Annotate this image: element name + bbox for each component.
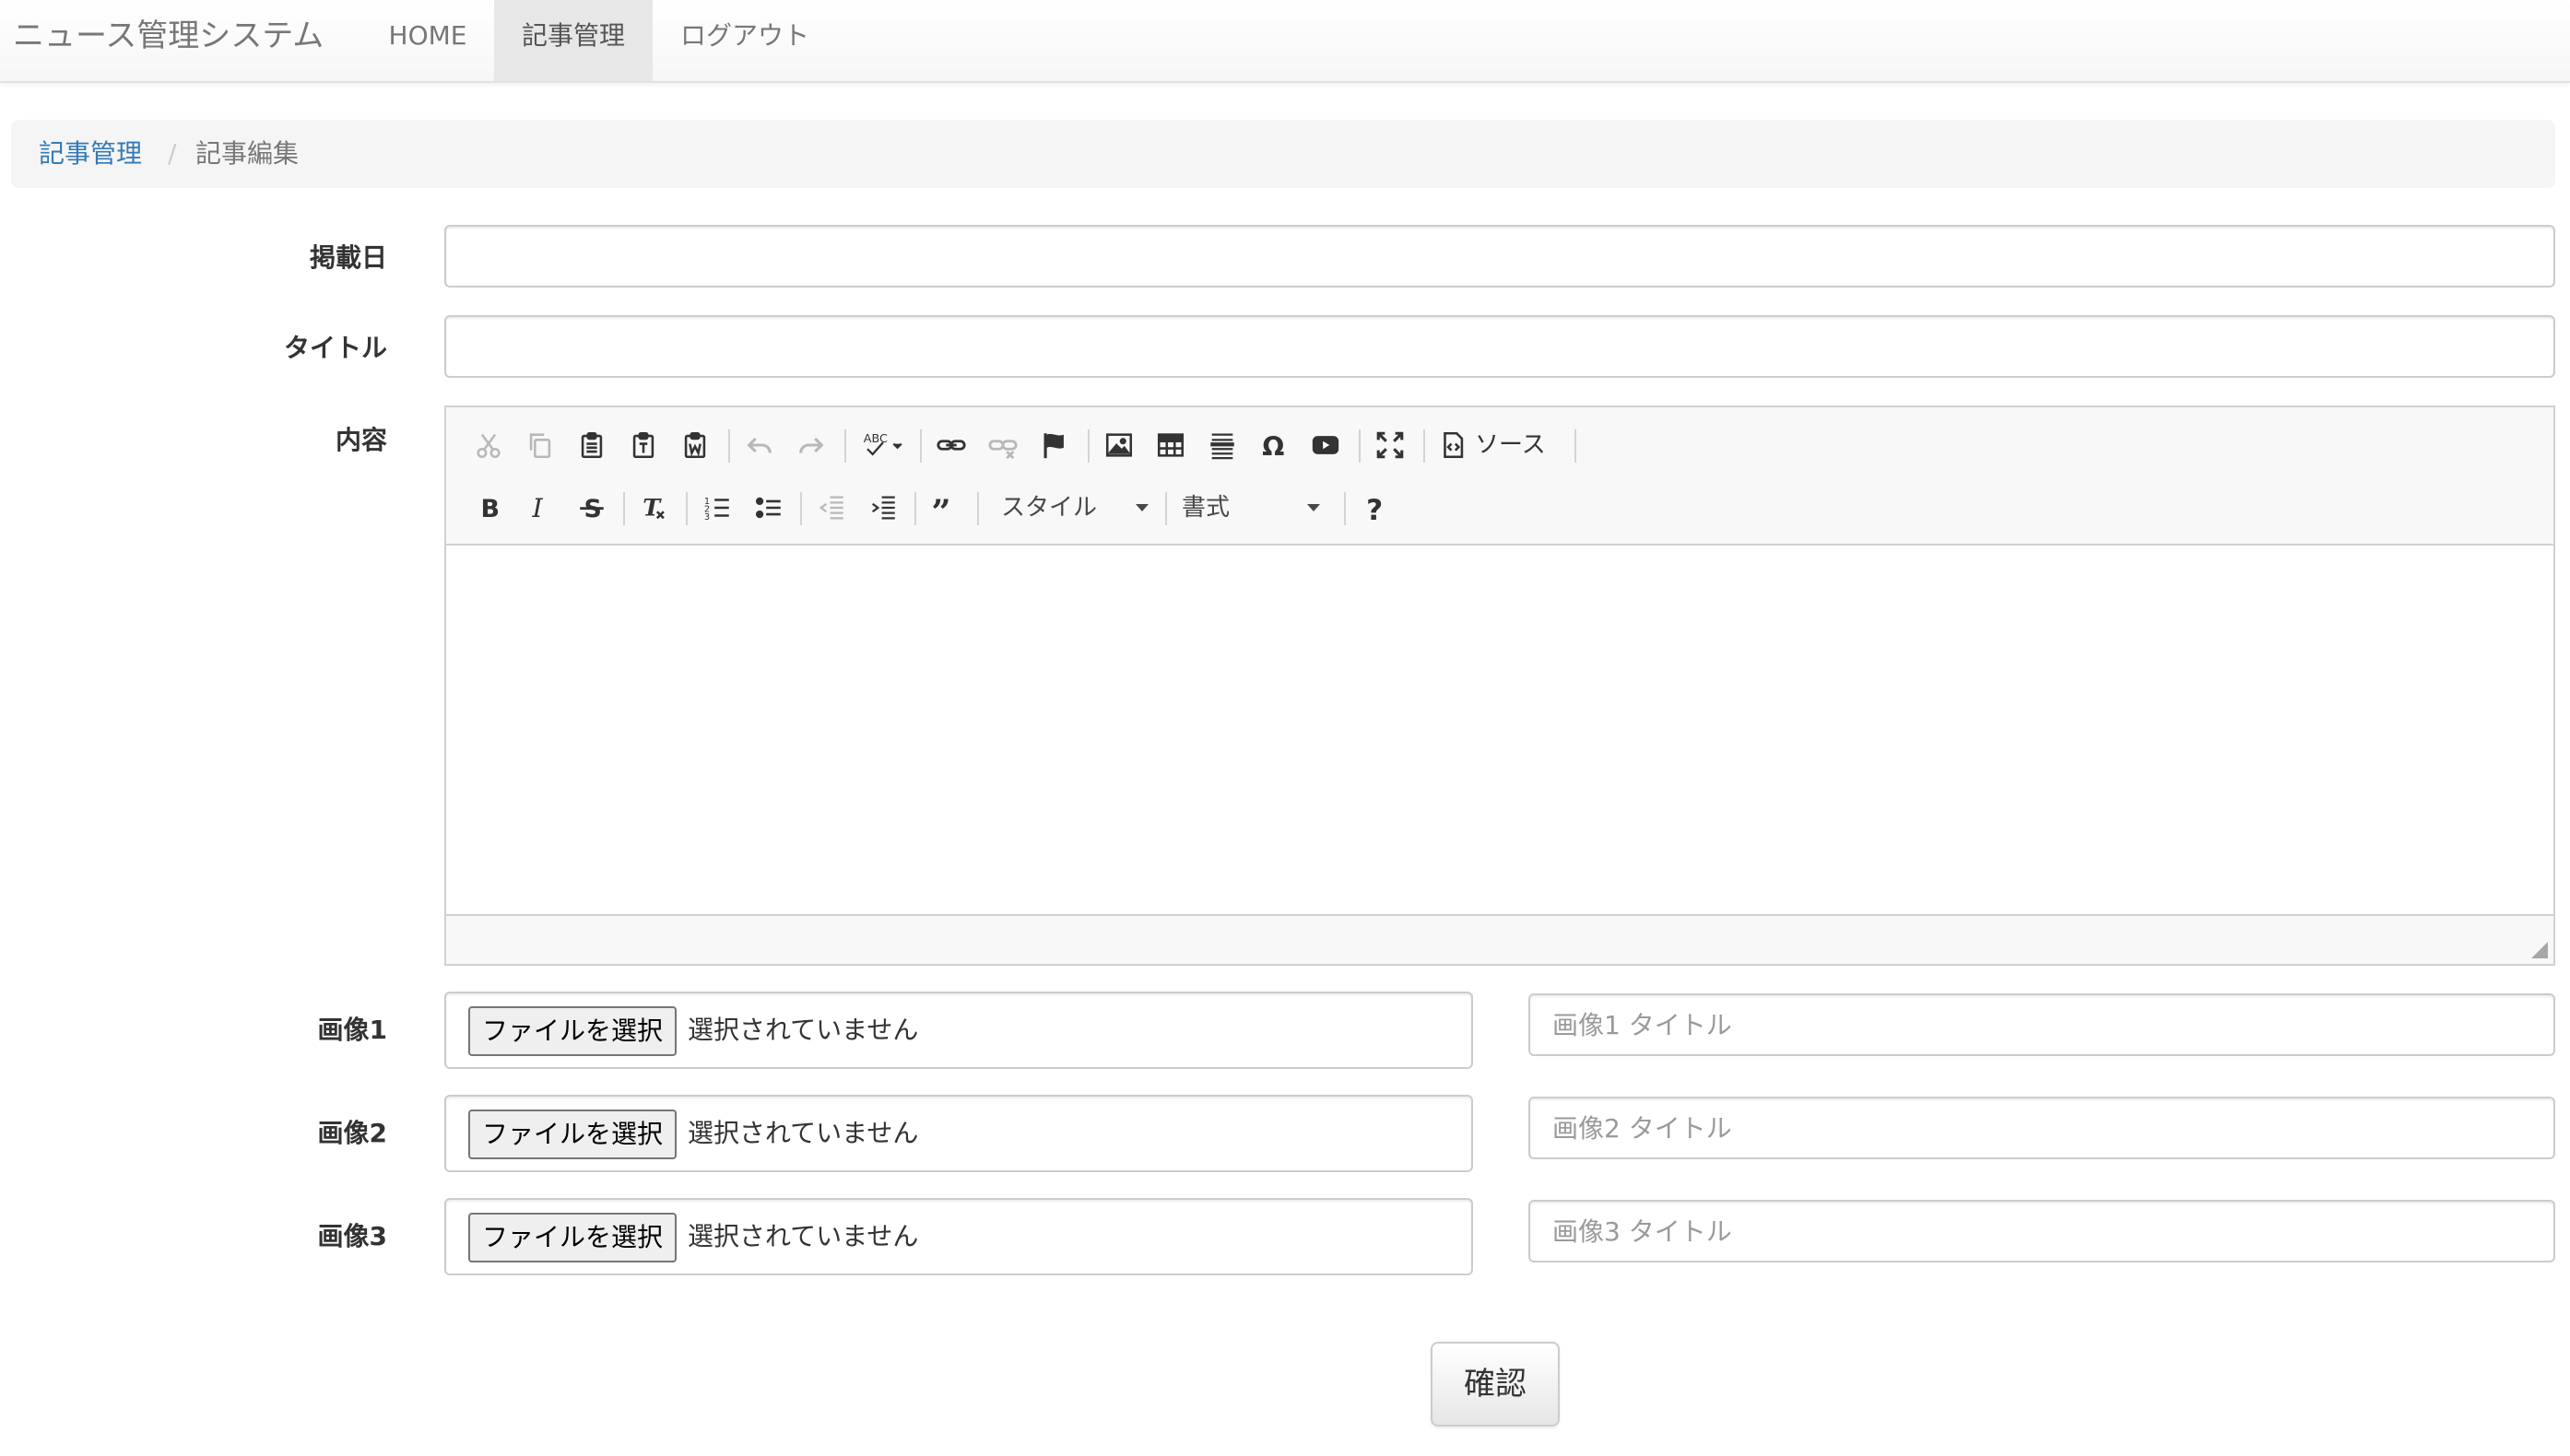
source-icon[interactable] [1431, 420, 1475, 470]
image1-file-input: ファイルを選択 選択されていません [444, 992, 1473, 1069]
outdent-icon[interactable] [809, 483, 854, 533]
toolbar-separator [920, 429, 922, 463]
paste-word-icon[interactable] [673, 420, 717, 470]
indent-icon[interactable] [861, 483, 905, 533]
image3-label: 画像3 [317, 1221, 387, 1251]
title-input[interactable] [444, 315, 2555, 378]
date-label: 掲載日 [309, 242, 387, 273]
svg-text:B: B [481, 495, 501, 523]
confirm-button[interactable]: 確認 [1431, 1342, 1560, 1427]
format-dropdown-label: 書式 [1182, 494, 1231, 522]
svg-text:”: ” [931, 492, 950, 523]
toolbar-separator [844, 429, 846, 463]
spellcheck-icon[interactable]: ABC [854, 420, 913, 470]
numbered-list-icon[interactable]: 123 [695, 483, 739, 533]
special-char-icon[interactable]: Ω [1252, 420, 1296, 470]
youtube-icon[interactable] [1303, 420, 1348, 470]
top-navbar: ニュース管理システム HOME 記事管理 ログアウト [0, 0, 2570, 83]
rich-text-editor: ABC Ω ソース B I S T 1 2 3 ” スタイル 書式 ? [444, 405, 2555, 966]
source-button-label[interactable]: ソース [1475, 420, 1546, 470]
toolbar-separator [977, 492, 979, 525]
blockquote-icon[interactable]: ” [924, 483, 968, 533]
toolbar-separator [914, 492, 916, 525]
table-icon[interactable] [1149, 420, 1193, 470]
title-label: タイトル [283, 333, 387, 363]
editor-content-area[interactable] [446, 546, 2553, 914]
toolbar-separator [800, 492, 802, 525]
image3-choose-file-button[interactable]: ファイルを選択 [468, 1213, 677, 1262]
image3-file-status: 選択されていません [688, 1221, 919, 1251]
brand-title[interactable]: ニュース管理システム [13, 0, 324, 83]
undo-icon[interactable] [737, 420, 782, 470]
image1-choose-file-button[interactable]: ファイルを選択 [468, 1006, 677, 1056]
paste-text-icon[interactable] [621, 420, 666, 470]
strike-icon[interactable]: S [570, 483, 614, 533]
toolbar-separator [1344, 492, 1346, 525]
toolbar-separator [1088, 429, 1090, 463]
paste-icon[interactable] [570, 420, 614, 470]
svg-text:Ω: Ω [1262, 431, 1284, 461]
breadcrumb: 記事管理 / 記事編集 [11, 120, 2555, 188]
svg-text:ABC: ABC [864, 432, 888, 446]
toolbar-separator [686, 492, 688, 525]
resize-handle-icon[interactable] [2529, 940, 2548, 958]
chevron-down-icon [1136, 504, 1149, 511]
link-icon[interactable] [929, 420, 973, 470]
toolbar-separator [1423, 429, 1425, 463]
redo-icon[interactable] [789, 420, 833, 470]
svg-text:I: I [532, 493, 544, 523]
italic-icon[interactable]: I [518, 483, 562, 533]
image1-label: 画像1 [317, 1015, 387, 1045]
toolbar-separator [1165, 492, 1167, 525]
image-icon[interactable] [1097, 420, 1141, 470]
breadcrumb-separator: / [168, 138, 177, 169]
date-input[interactable] [444, 225, 2555, 288]
image3-file-input: ファイルを選択 選択されていません [444, 1198, 1473, 1275]
image2-choose-file-button[interactable]: ファイルを選択 [468, 1110, 677, 1159]
breadcrumb-current: 記事編集 [195, 138, 300, 169]
editor-toolbar: ABC Ω ソース B I S T 1 2 3 ” スタイル 書式 ? [446, 407, 2553, 546]
toolbar-separator [623, 492, 625, 525]
editor-status-bar [446, 914, 2553, 964]
bold-icon[interactable]: B [466, 483, 511, 533]
help-icon[interactable]: ? [1353, 483, 1397, 533]
image1-file-status: 選択されていません [688, 1015, 919, 1045]
style-dropdown[interactable]: スタイル [1001, 483, 1158, 533]
unlink-icon[interactable] [981, 420, 1025, 470]
toolbar-separator [728, 429, 730, 463]
nav-article-management[interactable]: 記事管理 [494, 0, 653, 81]
anchor-icon[interactable] [1032, 420, 1077, 470]
image1-title-input[interactable] [1528, 993, 2555, 1056]
toolbar-separator [1359, 429, 1361, 463]
image2-file-input: ファイルを選択 選択されていません [444, 1095, 1473, 1172]
image2-title-input[interactable] [1528, 1097, 2555, 1159]
content-label: 内容 [335, 425, 387, 455]
format-dropdown[interactable]: 書式 [1182, 483, 1338, 533]
maximize-icon[interactable] [1368, 420, 1412, 470]
image3-title-input[interactable] [1528, 1200, 2555, 1262]
breadcrumb-link-articles[interactable]: 記事管理 [39, 120, 142, 188]
image2-file-status: 選択されていません [688, 1118, 919, 1148]
remove-format-icon[interactable]: T [632, 483, 677, 533]
nav-home[interactable]: HOME [380, 0, 476, 81]
svg-text:3: 3 [704, 512, 710, 523]
horizontal-rule-icon[interactable] [1200, 420, 1244, 470]
copy-icon[interactable] [518, 420, 562, 470]
toolbar-separator [1574, 429, 1576, 463]
style-dropdown-label: スタイル [1001, 494, 1098, 522]
bulleted-list-icon[interactable] [747, 483, 791, 533]
chevron-down-icon [1307, 504, 1320, 511]
svg-text:?: ? [1366, 494, 1383, 523]
svg-text:T: T [642, 495, 662, 523]
nav-logout[interactable]: ログアウト [669, 0, 820, 81]
cut-icon[interactable] [466, 420, 511, 470]
image2-label: 画像2 [317, 1118, 387, 1148]
